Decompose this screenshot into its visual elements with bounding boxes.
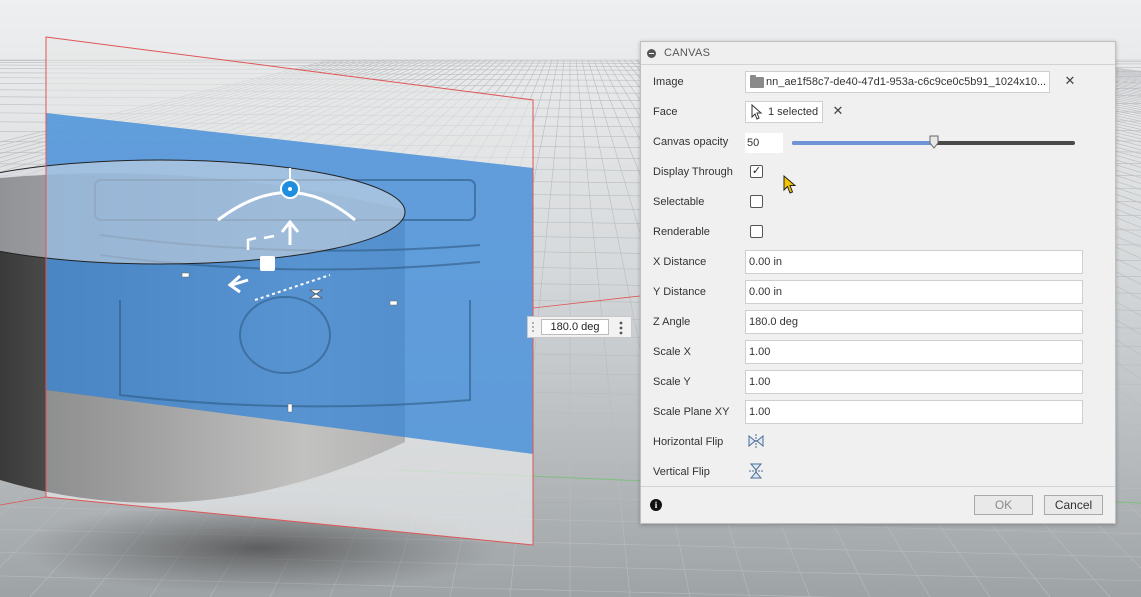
y-distance-label: Y Distance: [653, 286, 706, 298]
z-angle-label: Z Angle: [653, 316, 691, 328]
opacity-label: Canvas opacity: [653, 136, 729, 148]
scale-y-input[interactable]: 1.00: [745, 370, 1083, 394]
opacity-input[interactable]: 50: [745, 133, 783, 153]
x-distance-input[interactable]: 0.00 in: [745, 250, 1083, 274]
opacity-slider-thumb[interactable]: [929, 135, 939, 149]
canvas-dialog: CANVAS Image nn_ae1f58c7-de40-47d1-953a-…: [640, 41, 1116, 524]
scale-plane-xy-input[interactable]: 1.00: [745, 400, 1083, 424]
horizontal-flip-label: Horizontal Flip: [653, 436, 724, 448]
y-distance-row: Y Distance 0.00 in: [641, 277, 1115, 307]
renderable-checkbox[interactable]: [750, 225, 763, 238]
scale-x-label: Scale X: [653, 346, 691, 358]
plane-move-handle[interactable]: [260, 256, 275, 271]
dialog-footer: i OK Cancel: [641, 486, 1115, 523]
scale-y-label: Scale Y: [653, 376, 691, 388]
dialog-title: CANVAS: [664, 47, 711, 59]
image-row: Image nn_ae1f58c7-de40-47d1-953a-c6c9ce0…: [641, 67, 1115, 97]
collapse-icon[interactable]: [647, 48, 656, 58]
face-selection-value: 1 selected: [768, 106, 819, 118]
info-icon[interactable]: i: [650, 499, 662, 511]
face-row: Face 1 selected ✕: [641, 97, 1115, 127]
image-label: Image: [653, 76, 684, 88]
horizontal-flip-icon[interactable]: [747, 432, 765, 450]
image-field[interactable]: nn_ae1f58c7-de40-47d1-953a-c6c9ce0c5b91_…: [745, 71, 1050, 93]
scale-plane-xy-label: Scale Plane XY: [653, 406, 730, 418]
renderable-label: Renderable: [653, 226, 710, 238]
vertical-flip-row: Vertical Flip: [641, 457, 1115, 487]
folder-icon: [750, 74, 764, 88]
face-label: Face: [653, 106, 678, 118]
x-distance-row: X Distance 0.00 in: [641, 247, 1115, 277]
selectable-row: Selectable: [641, 187, 1115, 217]
opacity-slider[interactable]: [792, 135, 1075, 149]
selectable-label: Selectable: [653, 196, 705, 208]
y-distance-input[interactable]: 0.00 in: [745, 280, 1083, 304]
image-filename: nn_ae1f58c7-de40-47d1-953a-c6c9ce0c5b91_…: [766, 76, 1047, 88]
mouse-pointer-icon: [783, 175, 797, 194]
renderable-row: Renderable: [641, 217, 1115, 247]
display-through-checkbox[interactable]: ✓: [750, 165, 763, 178]
horizontal-flip-row: Horizontal Flip: [641, 427, 1115, 457]
clear-face-button[interactable]: ✕: [831, 105, 845, 119]
scale-plane-xy-row: Scale Plane XY 1.00: [641, 397, 1115, 427]
opacity-slider-fill: [792, 141, 934, 145]
scale-y-row: Scale Y 1.00: [641, 367, 1115, 397]
vertical-flip-icon[interactable]: [747, 462, 765, 480]
angle-input-widget: 180.0 deg: [527, 316, 632, 338]
ok-button[interactable]: OK: [974, 495, 1033, 515]
clear-image-button[interactable]: ✕: [1063, 75, 1077, 89]
cancel-button[interactable]: Cancel: [1044, 495, 1103, 515]
display-through-row: Display Through ✓: [641, 157, 1115, 187]
more-options-icon[interactable]: [618, 321, 624, 335]
z-angle-input[interactable]: 180.0 deg: [745, 310, 1083, 334]
dialog-header[interactable]: CANVAS: [641, 42, 1115, 65]
selectable-checkbox[interactable]: [750, 195, 763, 208]
select-cursor-icon: [751, 104, 763, 120]
display-through-label: Display Through: [653, 166, 733, 178]
drag-handle-icon[interactable]: [531, 322, 535, 332]
x-distance-label: X Distance: [653, 256, 707, 268]
scale-x-input[interactable]: 1.00: [745, 340, 1083, 364]
z-angle-row: Z Angle 180.0 deg: [641, 307, 1115, 337]
vertical-flip-label: Vertical Flip: [653, 466, 710, 478]
face-selection-field[interactable]: 1 selected: [745, 101, 823, 123]
scale-x-row: Scale X 1.00: [641, 337, 1115, 367]
dialog-body: Image nn_ae1f58c7-de40-47d1-953a-c6c9ce0…: [641, 65, 1115, 486]
angle-value-input[interactable]: 180.0 deg: [541, 319, 609, 335]
opacity-row: Canvas opacity 50: [641, 127, 1115, 157]
